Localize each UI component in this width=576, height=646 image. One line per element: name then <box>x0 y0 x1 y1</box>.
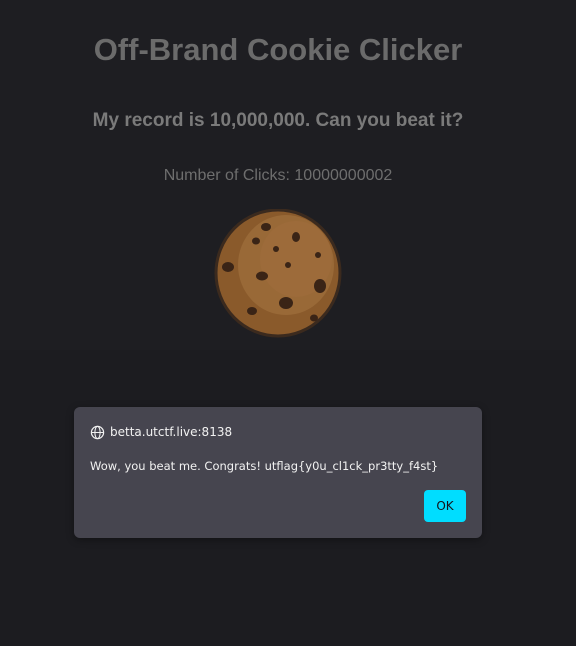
alert-dialog: betta.utctf.live:8138 Wow, you beat me. … <box>74 407 482 538</box>
record-subtitle: My record is 10,000,000. Can you beat it… <box>92 110 464 131</box>
cookie-button[interactable] <box>214 209 344 339</box>
click-counter: Number of Clicks: 10000000002 <box>163 167 393 184</box>
dialog-origin-label: betta.utctf.live:8138 <box>110 425 233 439</box>
dialog-origin: betta.utctf.live:8138 <box>90 423 232 441</box>
globe-icon <box>90 425 105 439</box>
page-title: Off-Brand Cookie Clicker <box>93 32 463 67</box>
cookie-icon <box>214 209 342 338</box>
page-content-area: Off-Brand Cookie Clicker My record is 10… <box>0 0 576 350</box>
dialog-message: Wow, you beat me. Congrats! utflag{y0u_c… <box>90 459 439 473</box>
ok-button[interactable]: OK <box>424 490 466 522</box>
page: Off-Brand Cookie Clicker My record is 10… <box>0 0 576 646</box>
